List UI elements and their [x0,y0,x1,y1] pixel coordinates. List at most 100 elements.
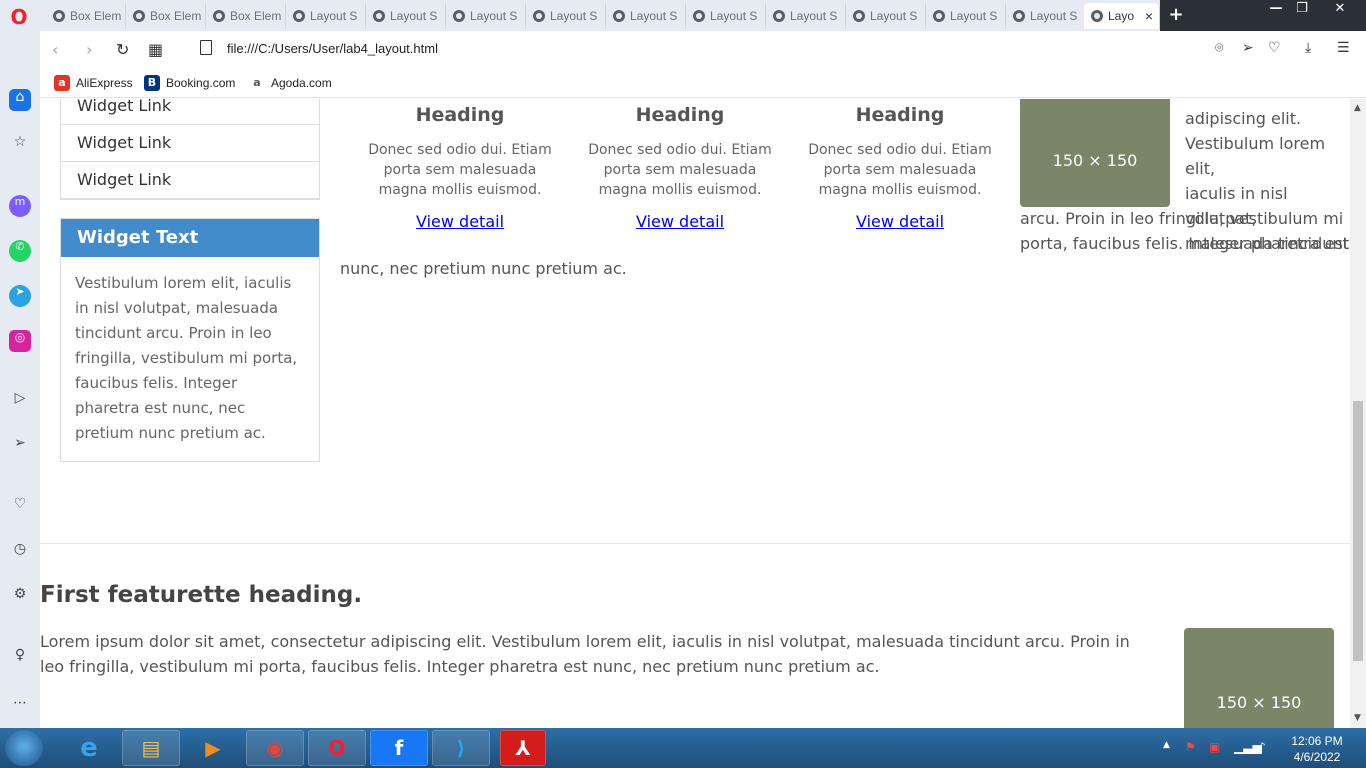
windows-taskbar: e ▤ ▶ ◉ O f ⟩ ⅄ ▲ ⚑ ▣ ▁▃▅ ♪ 12:06 PM 4/6… [0,728,1366,768]
telegram-icon[interactable]: ➤ [9,285,31,307]
close-tab-icon[interactable]: × [1145,8,1153,24]
tab-label: Box Elem [70,9,122,23]
tab[interactable]: Layout S [366,3,446,29]
scrollbar-thumb[interactable] [1353,401,1363,661]
messenger-icon[interactable]: m [9,195,31,217]
opera-icon[interactable]: O [308,730,366,766]
widget-text-heading: Widget Text [61,219,319,257]
opera-logo-icon[interactable]: O [8,6,30,28]
feature-column: Heading Donec sed odio dui. Etiam porta … [580,104,780,231]
tab-label: Box Elem [230,9,282,23]
clock[interactable]: 12:06 PM 4/6/2022 [1282,733,1352,765]
tab-active[interactable]: Layo × [1084,3,1160,29]
player-icon[interactable]: ▷ [9,390,31,412]
booking-icon: B [144,75,160,91]
heart-icon[interactable]: ♡ [1268,40,1281,56]
back-icon[interactable]: ‹ [52,40,58,59]
star-icon[interactable]: ☆ [9,134,31,156]
lightbulb-icon[interactable]: ♀ [9,647,31,669]
image-placeholder: 150 × 150 [1020,99,1170,207]
globe-icon [693,10,705,22]
view-detail-link[interactable]: View detail [416,212,504,231]
widget-text-box: Widget Text Vestibulum lorem elit, iacul… [60,218,320,462]
more-icon[interactable]: ⋯ [9,695,31,717]
whatsapp-icon[interactable]: ✆ [9,240,31,262]
scroll-down-icon[interactable]: ▼ [1354,713,1361,723]
media-player-icon[interactable]: ▶ [184,730,242,766]
globe-icon [213,10,225,22]
flag-icon[interactable]: ⚑ [1185,740,1196,754]
facebook-icon[interactable]: f [370,730,428,766]
network-warning-icon[interactable]: ▣ [1209,740,1220,754]
internet-explorer-icon[interactable]: e [60,730,118,766]
clock-date: 4/6/2022 [1293,750,1341,764]
vscode-icon[interactable]: ⟩ [432,730,490,766]
send-icon[interactable]: ➢ [9,435,31,457]
media-text-wrap-2: porta, faucibus felis. Integer pharetra … [1020,234,1350,253]
url-field[interactable]: file:///C:/Users/User/lab4_layout.html [227,41,438,56]
close-window-icon[interactable]: ✕ [1326,0,1354,20]
widget-link[interactable]: Widget Link [61,125,319,162]
tab[interactable]: Layout S [526,3,606,29]
gear-icon[interactable]: ⚙ [9,586,31,608]
tab-label: Layout S [390,9,438,23]
widget-links: Widget Link Widget Link Widget Link [60,99,320,200]
page-scrollbar[interactable]: ▲ ▼ [1350,99,1366,728]
widget-link[interactable]: Widget Link [61,162,319,199]
tab[interactable]: Layout S [1006,3,1086,29]
view-detail-link[interactable]: View detail [636,212,724,231]
featurette-image-placeholder: 150 × 150 [1184,628,1334,728]
scroll-up-icon[interactable]: ▲ [1354,103,1361,113]
widget-link[interactable]: Widget Link [61,99,319,125]
forward-icon[interactable]: › [86,40,92,59]
media-text-wrap-3: nunc, nec pretium nunc pretium ac. [340,259,627,278]
tab[interactable]: Layout S [846,3,926,29]
heart-icon[interactable]: ♡ [9,496,31,518]
globe-icon [133,10,145,22]
tab[interactable]: Box Elem [206,3,286,29]
tabs-grid-icon[interactable]: ▦ [148,40,163,59]
history-icon[interactable]: ◷ [9,541,31,563]
file-explorer-icon[interactable]: ▤ [122,730,180,766]
restore-icon[interactable]: ❐ [1288,0,1316,20]
placeholder-label: 150 × 150 [1052,151,1138,170]
bookmark-label: Agoda.com [271,76,332,90]
feature-column: Heading Donec sed odio dui. Etiam porta … [800,104,1000,231]
reload-icon[interactable]: ↻ [116,40,129,59]
instagram-icon[interactable]: ◎ [9,330,31,352]
globe-icon [53,10,65,22]
tab-label: Layout S [790,9,838,23]
tab[interactable]: Box Elem [126,3,206,29]
menu-icon[interactable]: ☰ [1337,40,1350,56]
tab-label: Layout S [1030,9,1078,23]
column-text: Donec sed odio dui. Etiam porta sem male… [808,142,992,198]
tab[interactable]: Layout S [766,3,846,29]
volume-icon[interactable]: ♪ [1258,740,1266,754]
tab[interactable]: Box Elem [46,3,126,29]
tab[interactable]: Layout S [446,3,526,29]
bookmark-aliexpress[interactable]: a AliExpress [54,75,133,91]
tab[interactable]: Layout S [686,3,766,29]
download-icon[interactable]: ⤓ [1305,40,1311,56]
globe-icon [1091,10,1103,22]
camera-icon[interactable]: ⌾ [1215,40,1223,56]
new-tab-button[interactable]: + [1166,4,1186,26]
minimize-icon[interactable]: — [1262,0,1290,20]
home-icon[interactable]: ⌂ [9,89,31,111]
column-text: Donec sed odio dui. Etiam porta sem male… [588,142,772,198]
tab[interactable]: Layout S [286,3,366,29]
view-detail-link[interactable]: View detail [856,212,944,231]
bookmark-booking[interactable]: B Booking.com [144,75,235,91]
widget-text-body: Vestibulum lorem elit, iaculis in nisl v… [75,274,298,442]
start-button[interactable] [5,730,43,766]
acrobat-icon[interactable]: ⅄ [500,730,546,766]
bookmark-agoda[interactable]: a Agoda.com [249,75,332,91]
tab[interactable]: Layout S [606,3,686,29]
bookmark-label: Booking.com [166,76,236,90]
tray-arrow-icon[interactable]: ▲ [1163,740,1170,750]
tab[interactable]: Layout S [926,3,1006,29]
globe-icon [853,10,865,22]
featurette-text: Lorem ipsum dolor sit amet, consectetur … [40,632,1130,676]
send-icon[interactable]: ➢ [1242,40,1254,56]
chrome-icon[interactable]: ◉ [246,730,304,766]
